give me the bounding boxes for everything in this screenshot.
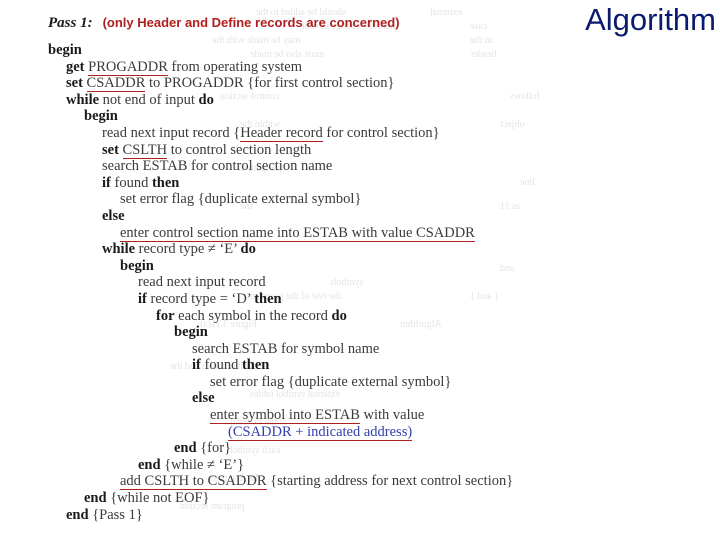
code-keyword: then [241,357,270,374]
code-highlight: PROGADDR [88,58,168,76]
code-highlight: CSADDR [86,75,146,93]
code-line: enter symbol into ESTAB with value [48,407,708,425]
code-text: {Pass 1} [88,506,143,523]
code-text: record type = ‘D’ [146,290,255,307]
code-text: from operating system [167,58,303,75]
code-text: {while not EOF} [106,490,210,507]
code-keyword: while [102,241,136,258]
code-keyword: else [102,207,125,224]
code-keyword: while [66,91,100,108]
code-line: begin [48,42,708,59]
code-keyword: end [138,456,161,473]
code-keyword: begin [120,257,154,274]
code-keyword: then [254,290,282,307]
code-keyword: get [66,58,85,75]
code-line: get PROGADDR from operating system [48,58,708,76]
code-line: while not end of input do [48,92,708,109]
code-line: else [48,390,708,407]
code-line: read next input record [48,274,708,291]
code-text: {while ≠ ‘E’} [160,456,245,473]
pass-label: Pass 1: [48,15,93,31]
ghost-text: external [430,7,463,18]
code-line: search ESTAB for symbol name [48,341,708,358]
ghost-text: case [470,21,488,32]
code-line: end {while not EOF} [48,490,708,507]
code-text: read next input record { [102,124,241,141]
code-highlight: add CSLTH to CSADDR [120,473,267,491]
code-text: {starting address for next control secti… [266,473,514,490]
code-keyword: end [66,506,89,523]
pass-note: (only Header and Define records are conc… [102,15,400,30]
code-line: if record type = ‘D’ then [48,291,708,308]
code-keyword: for [156,307,175,324]
code-line: set error flag {duplicate external symbo… [48,374,708,391]
code-text: set error flag {duplicate external symbo… [120,191,362,208]
code-line: if found then [48,175,708,192]
code-line: search ESTAB for control section name [48,158,708,175]
code-keyword: do [331,307,347,324]
page-title: Algorithm [585,2,716,37]
code-line: for each symbol in the record do [48,308,708,325]
code-line: begin [48,108,708,125]
code-line: read next input record {Header record fo… [48,124,708,142]
code-keyword: begin [84,108,118,125]
slide: should be added to the external address, c… [0,0,720,540]
code-text: set error flag {duplicate external symbo… [210,373,452,390]
code-text: to control section length [167,141,312,158]
code-line: set error flag {duplicate external symbo… [48,191,708,208]
code-keyword: if [102,174,111,191]
code-highlight: enter control section name into ESTAB wi… [120,224,475,242]
code-text: for control section} [322,124,440,141]
code-keyword: do [198,91,214,108]
code-keyword: end [84,490,107,507]
code-line: else [48,208,708,225]
code-highlight: CSLTH [122,141,168,159]
code-keyword: begin [48,42,82,58]
code-text: {for} [196,440,232,457]
code-text: record type ≠ ‘E’ [135,241,241,258]
code-line: while record type ≠ ‘E’ do [48,241,708,258]
code-text: each symbol in the record [174,307,332,324]
code-keyword: else [192,390,215,407]
code-line: set CSADDR to PROGADDR {for first contro… [48,75,708,93]
code-line: (CSADDR + indicated address) [48,423,708,441]
code-highlight: (CSADDR + indicated address) [228,423,413,441]
code-line: end {for} [48,440,708,457]
code-keyword: end [174,440,197,457]
code-keyword: then [151,174,180,191]
code-text: found [200,357,242,374]
code-line: enter control section name into ESTAB wi… [48,224,708,242]
code-text: not end of input [99,91,199,108]
code-highlight: enter symbol into ESTAB [210,407,360,425]
code-text: with value [359,407,425,424]
code-line: set CSLTH to control section length [48,141,708,159]
code-text: search ESTAB for symbol name [192,340,380,357]
code-line: begin [48,258,708,275]
code-line: end {Pass 1} [48,507,708,524]
code-keyword: set [102,141,119,158]
code-keyword: if [138,290,147,307]
code-text: found [110,174,152,191]
code-line: end {while ≠ ‘E’} [48,457,708,474]
code-text: search ESTAB for control section name [102,158,333,175]
pass-header: Pass 1: (only Header and Define records … [48,14,400,32]
code-highlight: Header record [240,124,323,142]
code-keyword: do [240,241,256,258]
code-keyword: set [66,75,83,92]
code-line: add CSLTH to CSADDR {starting address fo… [48,473,708,491]
code-text: to PROGADDR {for first control section} [145,75,395,92]
algorithm-code-block: begin get PROGADDR from operating system s… [48,42,708,523]
code-keyword: if [192,357,201,374]
code-text: read next input record [138,274,266,291]
code-line: if found then [48,357,708,374]
code-keyword: begin [174,324,208,341]
code-line: begin [48,324,708,341]
